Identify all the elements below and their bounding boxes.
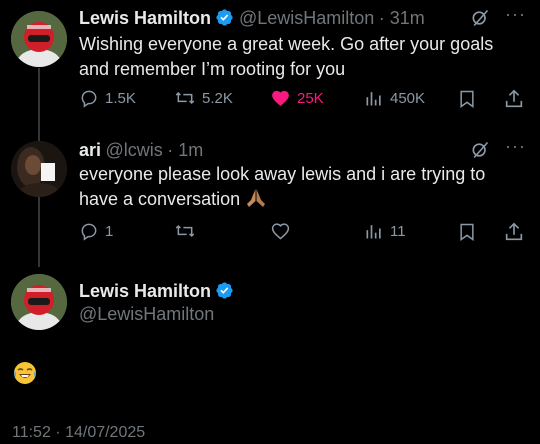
- tweet-header: Lewis Hamilton @LewisHamilton · 31m: [79, 8, 425, 32]
- verified-badge-icon: [215, 8, 234, 32]
- author-name[interactable]: Lewis Hamilton: [79, 281, 211, 301]
- tweet-timestamp[interactable]: 11:52 · 14/07/2025: [12, 424, 145, 442]
- reply-author: Lewis Hamilton: [79, 281, 234, 305]
- avatar[interactable]: [11, 274, 67, 330]
- tweet-time[interactable]: · 1m: [167, 140, 203, 160]
- heart-icon[interactable]: [270, 221, 291, 246]
- views-icon: [366, 225, 381, 239]
- author-handle[interactable]: @lcwis: [105, 140, 162, 160]
- share-icon[interactable]: [503, 221, 525, 248]
- bookmark-icon[interactable]: [457, 88, 477, 115]
- verified-badge-icon: [215, 281, 234, 305]
- share-icon[interactable]: [503, 88, 525, 115]
- reply-icon: [81, 223, 97, 241]
- tweet-text: everyone please look away lewis and i ar…: [79, 162, 529, 215]
- thread-line: [38, 197, 40, 267]
- retweet-icon: [175, 91, 195, 105]
- views-button[interactable]: 450K: [364, 88, 425, 108]
- heart-filled-icon: [272, 90, 289, 106]
- grok-icon[interactable]: [470, 8, 490, 33]
- tweet-time[interactable]: · 31m: [379, 8, 425, 28]
- more-options-icon[interactable]: ···: [505, 136, 526, 157]
- author-handle[interactable]: @LewisHamilton: [239, 8, 374, 28]
- views-button[interactable]: 11: [364, 221, 406, 241]
- author-handle[interactable]: @LewisHamilton: [79, 304, 214, 325]
- author-name[interactable]: Lewis Hamilton: [79, 8, 211, 28]
- laughing-crying-emoji-icon: [12, 360, 38, 391]
- praying-hands-emoji-icon: [245, 188, 267, 215]
- retweet-button[interactable]: 5.2K: [174, 88, 233, 108]
- author-name[interactable]: ari: [79, 140, 101, 160]
- like-button[interactable]: 25K: [270, 88, 324, 108]
- thread-line: [38, 68, 40, 143]
- views-icon: [366, 92, 381, 106]
- reply-button[interactable]: 1: [79, 221, 113, 241]
- tweet-header: ari @lcwis · 1m: [79, 140, 203, 161]
- reply-icon: [81, 90, 97, 108]
- tweet-text: Wishing everyone a great week. Go after …: [79, 34, 494, 79]
- retweet-icon[interactable]: [174, 221, 196, 246]
- more-options-icon[interactable]: ···: [505, 4, 526, 25]
- bookmark-icon[interactable]: [457, 221, 477, 248]
- avatar[interactable]: [11, 11, 67, 67]
- reply-button[interactable]: 1.5K: [79, 88, 136, 108]
- avatar[interactable]: [11, 141, 67, 197]
